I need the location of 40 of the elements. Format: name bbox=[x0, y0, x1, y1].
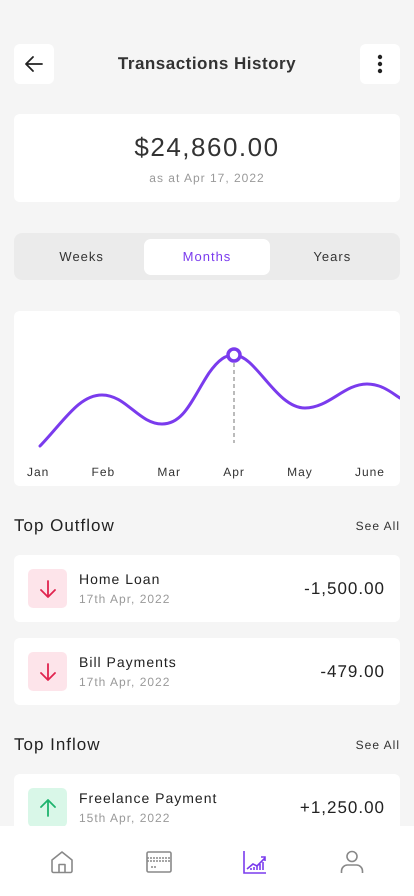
transaction-name: Freelance Payment bbox=[79, 790, 218, 806]
back-button[interactable] bbox=[14, 44, 54, 84]
home-icon bbox=[50, 850, 74, 874]
transaction-name: Bill Payments bbox=[79, 654, 178, 670]
section-title: Top Outflow bbox=[14, 516, 115, 536]
period-tab[interactable]: Months bbox=[144, 238, 270, 274]
month-label: June bbox=[354, 465, 385, 479]
card-icon bbox=[146, 851, 172, 873]
month-label: May bbox=[287, 465, 313, 479]
see-all-link[interactable]: See All bbox=[356, 519, 400, 533]
more-icon bbox=[376, 54, 383, 74]
month-label: Apr bbox=[223, 465, 245, 479]
month-label: Mar bbox=[157, 465, 182, 479]
transaction-card[interactable]: Freelance Payment 15th Apr, 2022 +1,250.00 bbox=[14, 774, 400, 826]
month-label: Feb bbox=[92, 465, 116, 479]
transaction-amount: +1,250.00 bbox=[300, 798, 385, 818]
transaction-name: Home Loan bbox=[79, 571, 162, 587]
page-title: Transactions History bbox=[118, 54, 296, 74]
more-button[interactable] bbox=[360, 44, 400, 84]
transaction-amount: -1,500.00 bbox=[304, 578, 385, 598]
chart-icon bbox=[243, 850, 268, 874]
balance-amount: $24,860.00 bbox=[134, 132, 280, 162]
transaction-amount: -479.00 bbox=[320, 662, 385, 682]
section-title: Top Inflow bbox=[14, 735, 101, 755]
user-icon bbox=[340, 850, 364, 874]
transaction-card[interactable]: Home Loan 17th Apr, 2022 -1,500.00 bbox=[14, 555, 400, 622]
transaction-date: 17th Apr, 2022 bbox=[79, 592, 172, 606]
transaction-date: 17th Apr, 2022 bbox=[79, 675, 172, 689]
see-all-link[interactable]: See All bbox=[356, 738, 400, 752]
up-arrow-icon bbox=[40, 798, 56, 816]
highlight-point bbox=[226, 347, 242, 363]
back-arrow-icon bbox=[24, 54, 44, 74]
period-tab[interactable]: Weeks bbox=[19, 238, 144, 274]
balance-date: as at Apr 17, 2022 bbox=[149, 170, 265, 184]
transaction-date: 15th Apr, 2022 bbox=[79, 811, 172, 825]
down-arrow-icon bbox=[40, 580, 56, 598]
period-tab[interactable]: Years bbox=[270, 238, 395, 274]
month-label: Jan bbox=[27, 465, 50, 479]
transaction-card[interactable]: Bill Payments 17th Apr, 2022 -479.00 bbox=[14, 638, 400, 705]
down-arrow-icon bbox=[40, 662, 56, 680]
